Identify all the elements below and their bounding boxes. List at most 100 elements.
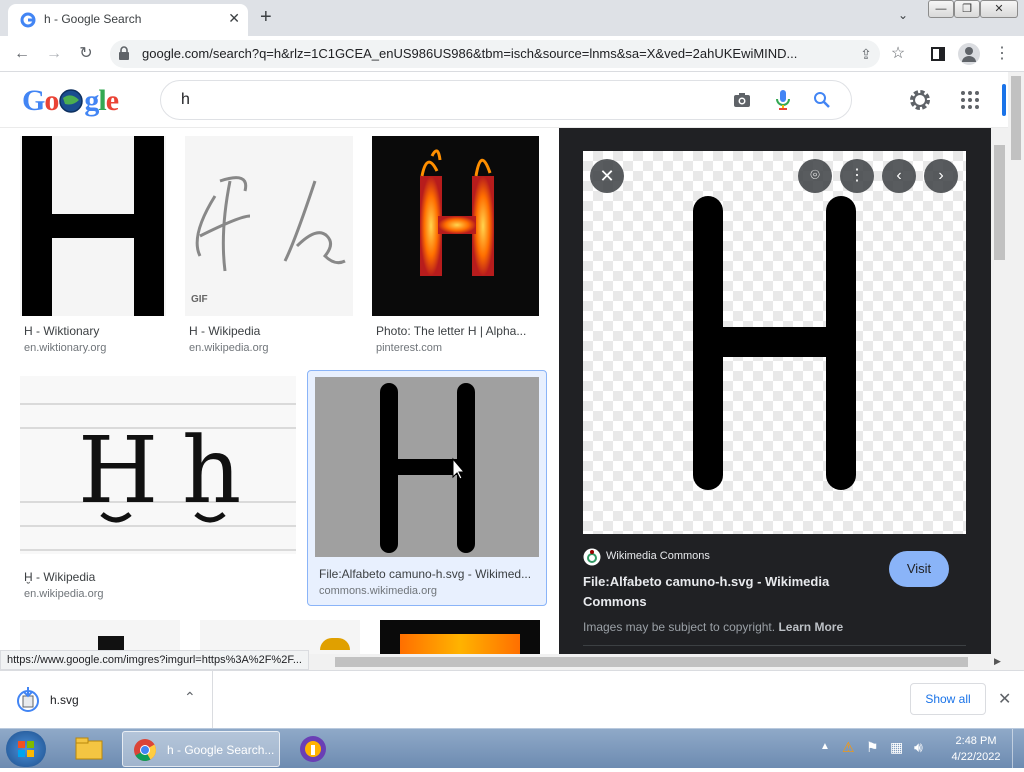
preview-site-name[interactable]: Wikimedia Commons [606, 550, 710, 562]
image-result[interactable]: H h Ḫ - Wikipedia en.wikipedia.org [20, 376, 296, 600]
tray-expand-icon[interactable]: ▲ [820, 741, 830, 752]
window-close-button[interactable]: ✕ [980, 0, 1018, 18]
search-icon[interactable] [813, 91, 831, 109]
windows-taskbar: h - Google Search... ▲ ⚠ ⚑ ▦ 🔊︎ 2:48 PM … [0, 728, 1024, 769]
settings-gear-icon[interactable] [908, 88, 932, 112]
tab-google-search[interactable]: h - Google Search ✕ [8, 4, 248, 36]
result-title[interactable]: File:Alfabeto camuno-h.svg - Wikimed... [319, 567, 539, 581]
preview-image[interactable] [583, 151, 966, 534]
image-result[interactable]: H - Wiktionary en.wiktionary.org [20, 136, 166, 354]
show-all-button[interactable]: Show all [910, 683, 986, 715]
result-source: en.wikipedia.org [189, 342, 269, 354]
chrome-icon [134, 739, 156, 761]
close-preview-icon[interactable]: ✕ [590, 159, 624, 193]
side-panel-icon[interactable] [926, 42, 950, 66]
chrome-menu-icon[interactable]: ⋮ [990, 42, 1014, 66]
tray-warning-icon[interactable]: ⚠ [842, 739, 855, 756]
image-result[interactable] [200, 620, 360, 654]
tray-flag-icon[interactable]: ⚑ [866, 739, 879, 756]
result-thumbnail[interactable]: H h [20, 376, 296, 554]
result-thumbnail[interactable] [315, 377, 539, 557]
tab-search-chevron-icon[interactable]: ⌄ [898, 8, 908, 22]
share-icon[interactable]: ⇪ [854, 42, 878, 66]
result-thumbnail[interactable] [20, 136, 166, 316]
start-button[interactable] [6, 731, 46, 767]
preview-title[interactable]: File:Alfabeto camuno-h.svg - Wikimedia C… [583, 572, 873, 612]
result-thumbnail[interactable]: GIF [185, 136, 353, 316]
lock-icon [119, 46, 129, 60]
image-results-grid: H - Wiktionary en.wiktionary.org GIF H -… [0, 128, 559, 654]
result-source: pinterest.com [376, 342, 443, 354]
next-image-icon[interactable]: › [924, 159, 958, 193]
download-divider [212, 671, 213, 729]
result-title[interactable]: Photo: The letter H | Alpha... [372, 324, 532, 338]
image-result[interactable] [380, 620, 540, 654]
result-thumbnail[interactable] [372, 136, 539, 316]
learn-more-link[interactable]: Learn More [778, 620, 843, 634]
copyright-text: Images may be subject to copyright. [583, 620, 776, 634]
google-logo[interactable]: Go gle [22, 84, 119, 118]
sign-in-button[interactable] [1002, 84, 1006, 116]
download-chevron-icon[interactable]: ⌃ [184, 689, 196, 706]
tab-close-icon[interactable]: ✕ [228, 10, 240, 27]
reload-icon[interactable]: ↻ [74, 42, 98, 66]
clock-date: 4/22/2022 [951, 751, 1001, 763]
globe-doodle-icon [59, 89, 84, 113]
result-title[interactable]: Ḫ - Wikipedia [20, 570, 290, 584]
image-result[interactable]: Photo: The letter H | Alpha... pinterest… [372, 136, 539, 354]
gif-badge: GIF [191, 294, 208, 305]
image-result[interactable]: GIF H - Wikipedia en.wikipedia.org [185, 136, 353, 354]
bookmark-star-icon[interactable]: ☆ [886, 42, 910, 66]
tab-title: h - Google Search [44, 12, 142, 26]
clock[interactable]: 2:48 PM 4/22/2022 [946, 733, 1006, 765]
close-download-bar-icon[interactable]: ✕ [998, 689, 1011, 709]
search-box[interactable]: h [160, 80, 852, 120]
result-source: en.wikipedia.org [24, 588, 104, 600]
result-source: commons.wikimedia.org [319, 585, 437, 597]
taskbar-chrome-button[interactable]: h - Google Search... [122, 731, 280, 767]
taskbar-app-icon[interactable] [296, 733, 330, 765]
back-arrow-icon[interactable]: ← [10, 42, 34, 66]
google-favicon-icon [20, 12, 36, 28]
address-bar[interactable]: google.com/search?q=h&rlz=1C1GCEA_enUS98… [110, 40, 880, 68]
url-text: google.com/search?q=h&rlz=1C1GCEA_enUS98… [142, 46, 798, 61]
svg-text:H: H [78, 417, 158, 524]
new-tab-button[interactable]: + [260, 6, 272, 29]
google-header: Go gle h [0, 72, 1024, 128]
tray-volume-icon[interactable]: 🔊︎ [914, 739, 923, 756]
download-item[interactable]: h.svg ⌃ [14, 683, 210, 717]
result-title[interactable]: H - Wikipedia [185, 324, 353, 338]
more-options-icon[interactable]: ⋮ [840, 159, 874, 193]
show-desktop-button[interactable] [1012, 729, 1024, 769]
clock-time: 2:48 PM [955, 735, 997, 747]
preview-scrollbar-thumb[interactable] [994, 145, 1005, 260]
browser-toolbar: ← → ↻ google.com/search?q=h&rlz=1C1GCEA_… [0, 36, 1024, 72]
wikimedia-logo-icon [583, 548, 601, 566]
page-scrollbar[interactable] [1008, 72, 1024, 670]
lens-search-icon[interactable]: ⌾ [798, 159, 832, 193]
forward-arrow-icon[interactable]: → [42, 42, 66, 66]
minimize-button[interactable]: — [928, 0, 954, 18]
copyright-notice: Images may be subject to copyright. Lear… [583, 620, 843, 634]
apps-grid-icon[interactable] [960, 90, 980, 110]
image-result-selected[interactable]: File:Alfabeto camuno-h.svg - Wikimed... … [307, 370, 547, 606]
svg-text:h: h [182, 417, 241, 524]
download-file-icon [17, 687, 39, 712]
restore-button[interactable]: ❐ [954, 0, 980, 18]
search-query: h [181, 91, 190, 108]
previous-image-icon[interactable]: ‹ [882, 159, 916, 193]
download-filename: h.svg [50, 693, 79, 707]
file-explorer-icon[interactable] [70, 733, 108, 765]
microphone-icon[interactable] [775, 89, 791, 111]
profile-avatar[interactable] [958, 43, 980, 65]
download-bar: h.svg ⌃ Show all ✕ [0, 670, 1024, 729]
tab-strip: h - Google Search ✕ + ⌄ — ❐ ✕ [0, 0, 1024, 36]
camera-search-icon[interactable] [733, 91, 751, 109]
image-result[interactable] [20, 620, 180, 654]
result-title[interactable]: H - Wiktionary [20, 324, 166, 338]
tray-network-icon[interactable]: ▦ [890, 739, 903, 756]
visit-button[interactable]: Visit [889, 551, 949, 587]
panel-divider [583, 645, 966, 646]
status-url-bubble: https://www.google.com/imgres?imgurl=htt… [0, 650, 309, 670]
result-source: en.wiktionary.org [24, 342, 107, 354]
